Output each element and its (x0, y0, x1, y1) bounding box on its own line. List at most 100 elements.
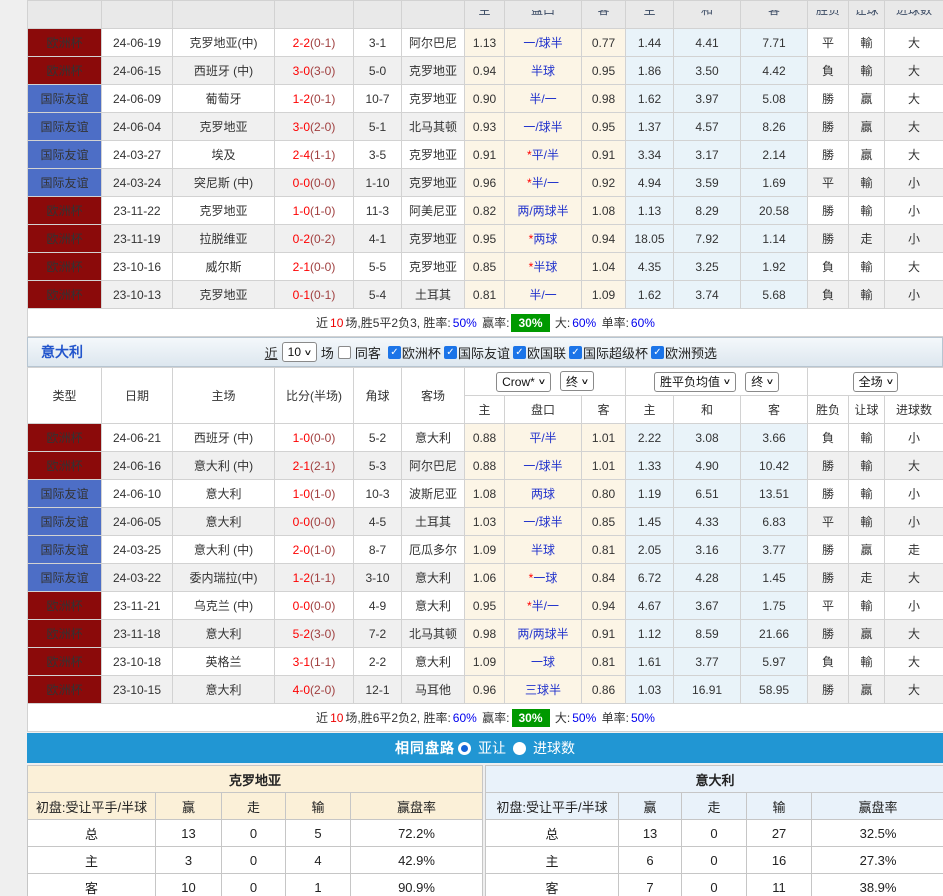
euro-home-odds: 4.35 (626, 253, 674, 281)
corner-score: 2-2 (354, 648, 402, 676)
euro-home-odds: 2.22 (626, 424, 674, 452)
league-filter[interactable]: ✓国际超级杯 (569, 343, 648, 362)
league-filter[interactable]: ✓国际友谊 (444, 343, 510, 362)
compare-title: 意大利 (486, 766, 943, 793)
euro-draw-odds: 4.90 (674, 452, 741, 480)
euro-home-odds: 4.94 (626, 169, 674, 197)
asian-handicap-radio[interactable] (458, 742, 471, 755)
result-wdl: 勝 (808, 536, 849, 564)
scope-select[interactable]: 全场∨ (853, 372, 899, 392)
result-goals: 大 (885, 452, 943, 480)
euro-draw-odds: 3.97 (674, 85, 741, 113)
result-goals: 大 (885, 29, 943, 57)
asian-home-odds: 0.96 (465, 169, 505, 197)
euro-draw-odds: 3.74 (674, 281, 741, 309)
asian-home-odds: 0.81 (465, 281, 505, 309)
match-date: 23-10-15 (102, 676, 173, 704)
row-scope-label: 主 (28, 847, 156, 874)
initial-line-header: 初盘:受让平手/半球 (28, 793, 156, 820)
match-date: 23-11-18 (102, 620, 173, 648)
result-wdl: 勝 (808, 452, 849, 480)
league-filter-label: 国际超级杯 (583, 343, 648, 362)
away-team: 北马其顿 (402, 620, 465, 648)
result-handicap: 贏 (849, 113, 885, 141)
match-count-select[interactable]: 10∨ (282, 342, 317, 362)
match-date: 24-06-10 (102, 480, 173, 508)
match-row: 欧洲杯 24-06-16 意大利 (中) 2-1(2-1) 5-3 阿尔巴尼 0… (28, 452, 943, 480)
euro-draw-odds: 3.59 (674, 169, 741, 197)
handicap-name: 半球 (531, 543, 555, 557)
handicap-name: 三球半 (525, 683, 561, 697)
chevron-down-icon: ∨ (581, 377, 590, 386)
result-handicap: 輸 (849, 424, 885, 452)
result-wdl: 勝 (808, 85, 849, 113)
row-scope-label: 总 (486, 820, 619, 847)
handicap-line: 两/两球半 (505, 197, 582, 225)
home-team: 突尼斯 (中) (173, 169, 275, 197)
euro-home-odds: 1.62 (626, 281, 674, 309)
asian-away-odds: 0.98 (582, 85, 626, 113)
match-row: 国际友谊 24-06-05 意大利 0-0(0-0) 4-5 土耳其 1.03 … (28, 508, 943, 536)
result-wdl: 平 (808, 29, 849, 57)
euro-home-odds: 1.45 (626, 508, 674, 536)
euro-away-odds: 1.92 (741, 253, 808, 281)
league-badge: 欧洲杯 (28, 225, 102, 253)
win-rate: 27.3% (812, 847, 943, 874)
score-cell: 0-0(0-0) (275, 508, 354, 536)
checkbox-checked-icon: ✓ (513, 346, 526, 359)
compare-row: 主 3 0 4 42.9% (28, 847, 483, 874)
match-date: 23-10-16 (102, 253, 173, 281)
home-team: 意大利 (中) (173, 452, 275, 480)
match-count-value: 10 (288, 345, 301, 359)
content: 主 盘口 客 主 和 客 胜负 让球 进球数 欧洲杯 24-06-19 克罗地亚… (27, 0, 943, 896)
euro-draw-odds: 4.33 (674, 508, 741, 536)
euro-draw-odds: 3.25 (674, 253, 741, 281)
asian-home-odds: 0.82 (465, 197, 505, 225)
league-filter[interactable]: ✓欧洲预选 (651, 343, 717, 362)
same-away-label: 同客 (355, 343, 381, 362)
league-filter[interactable]: ✓欧洲杯 (388, 343, 441, 362)
corner-score: 4-9 (354, 592, 402, 620)
italy-rows: 欧洲杯 24-06-21 西班牙 (中) 1-0(0-0) 5-2 意大利 0.… (28, 424, 943, 704)
goals-radio[interactable] (513, 742, 526, 755)
league-filter[interactable]: ✓欧国联 (513, 343, 566, 362)
near-link[interactable]: 近 (265, 343, 278, 362)
league-badge: 欧洲杯 (28, 592, 102, 620)
result-handicap: 贏 (849, 676, 885, 704)
croatia-history-table: 主 盘口 客 主 和 客 胜负 让球 进球数 欧洲杯 24-06-19 克罗地亚… (27, 0, 943, 337)
euro-avg-select[interactable]: 胜平负均值∨ (654, 372, 736, 392)
match-row: 欧洲杯 24-06-21 西班牙 (中) 1-0(0-0) 5-2 意大利 0.… (28, 424, 943, 452)
result-wdl: 勝 (808, 620, 849, 648)
away-team: 北马其顿 (402, 113, 465, 141)
asian-away-odds: 1.04 (582, 253, 626, 281)
result-goals: 大 (885, 141, 943, 169)
match-date: 23-11-21 (102, 592, 173, 620)
league-badge: 欧洲杯 (28, 281, 102, 309)
result-handicap: 走 (849, 225, 885, 253)
handicap-name: 平/半 (529, 431, 556, 445)
bookmaker-select[interactable]: Crow*∨ (496, 372, 551, 392)
euro-home-odds: 18.05 (626, 225, 674, 253)
compare-header-row: 初盘:受让平手/半球 赢 走 输 赢盘率 (28, 793, 483, 820)
league-badge: 国际友谊 (28, 113, 102, 141)
italy-title: 意大利 (28, 342, 83, 362)
asian-time-select[interactable]: 终∨ (560, 371, 594, 391)
result-goals: 大 (885, 113, 943, 141)
same-away-checkbox[interactable] (338, 346, 351, 359)
asian-away-odds: 0.81 (582, 648, 626, 676)
euro-away-odds: 7.71 (741, 29, 808, 57)
result-wdl: 勝 (808, 676, 849, 704)
handicap-name: 半/一 (529, 92, 556, 106)
asian-time-value: 终 (566, 373, 578, 390)
score-cell: 0-0(0-0) (275, 169, 354, 197)
asian-home-odds: 0.88 (465, 424, 505, 452)
push-count: 0 (222, 847, 286, 874)
result-handicap: 輸 (849, 508, 885, 536)
home-team: 乌克兰 (中) (173, 592, 275, 620)
corner-score: 5-0 (354, 57, 402, 85)
euro-time-select[interactable]: 终∨ (745, 372, 779, 392)
result-wdl: 負 (808, 424, 849, 452)
clipped-header-cell (102, 1, 173, 29)
compare-row: 总 13 0 5 72.2% (28, 820, 483, 847)
handicap-line: *半球 (505, 253, 582, 281)
